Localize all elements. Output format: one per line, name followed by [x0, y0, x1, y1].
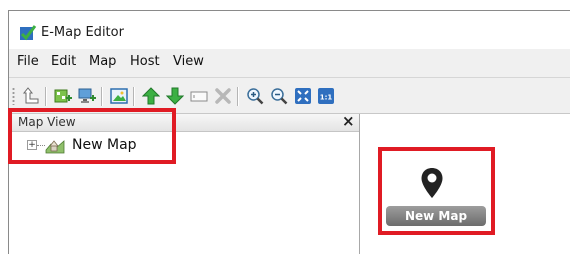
zoom-in-icon[interactable]: [245, 86, 265, 106]
window-title: E-Map Editor: [41, 25, 124, 40]
rename-icon[interactable]: [189, 86, 209, 106]
menu-map[interactable]: Map: [89, 54, 116, 69]
zoom-out-icon[interactable]: [269, 86, 289, 106]
actual-size-label: 1:1: [320, 94, 333, 102]
add-map-icon[interactable]: [53, 86, 73, 106]
title-bar: E-Map Editor: [9, 11, 570, 49]
menu-edit[interactable]: Edit: [51, 54, 76, 69]
highlight-box-tree: [8, 108, 176, 164]
move-up-icon[interactable]: [141, 86, 161, 106]
toolbar-separator: [237, 87, 239, 106]
app-icon: [20, 25, 37, 41]
menu-view[interactable]: View: [173, 54, 204, 69]
actual-size-icon[interactable]: 1:1: [316, 86, 336, 106]
menu-host[interactable]: Host: [130, 54, 160, 69]
fit-to-window-icon[interactable]: [293, 86, 313, 106]
highlight-box-map: [378, 147, 495, 235]
toolbar-separator: [101, 87, 103, 106]
add-host-icon[interactable]: [77, 86, 97, 106]
toolbar-separator: [45, 87, 47, 106]
image-icon[interactable]: [109, 86, 129, 106]
upload-icon[interactable]: [21, 86, 41, 106]
delete-icon[interactable]: [213, 86, 233, 106]
menu-file[interactable]: File: [17, 54, 39, 69]
toolbar-separator: [133, 87, 135, 106]
move-down-icon[interactable]: [165, 86, 185, 106]
toolbar-grip[interactable]: [12, 87, 15, 105]
menu-bar: File Edit Map Host View: [9, 49, 570, 78]
close-icon[interactable]: ×: [342, 112, 355, 130]
